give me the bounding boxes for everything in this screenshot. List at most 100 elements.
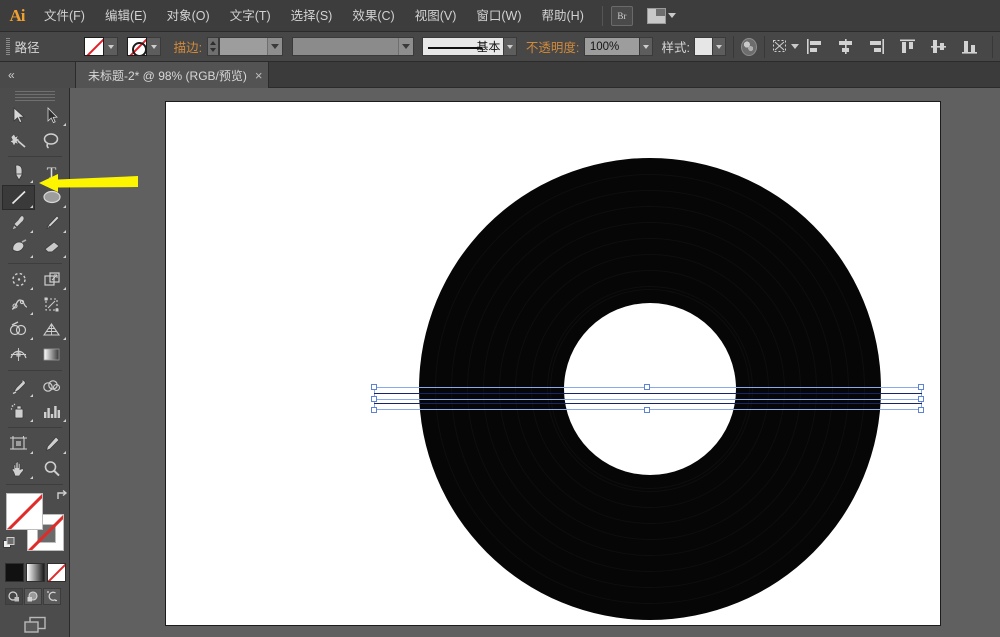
draw-behind[interactable]	[24, 588, 42, 605]
document-tab[interactable]: 未标题-2* @ 98% (RGB/预览) ×	[76, 62, 270, 88]
menu-effect[interactable]: 效果(C)	[342, 0, 404, 32]
tool-pencil[interactable]	[35, 210, 68, 235]
fill-dropdown-button[interactable]	[104, 37, 119, 56]
transform-button[interactable]	[772, 39, 800, 54]
stroke-style-combo[interactable]	[292, 37, 414, 56]
tool-flyout-indicator	[30, 255, 33, 258]
tool-slice[interactable]	[35, 431, 68, 456]
align-left-icon[interactable]	[805, 38, 824, 55]
tool-zoom[interactable]	[35, 456, 68, 481]
menu-type[interactable]: 文字(T)	[220, 0, 281, 32]
style-dropdown-button[interactable]	[713, 37, 727, 56]
tool-column-graph[interactable]	[35, 399, 68, 424]
menu-select[interactable]: 选择(S)	[281, 0, 343, 32]
mode-color[interactable]	[5, 563, 24, 582]
selection-handle[interactable]	[644, 384, 650, 390]
menu-view[interactable]: 视图(V)	[405, 0, 467, 32]
selected-path[interactable]	[374, 393, 922, 394]
tool-selection[interactable]	[2, 103, 35, 128]
stroke-weight-stepper[interactable]	[207, 37, 220, 56]
draw-normal[interactable]	[5, 588, 23, 605]
align-right-icon[interactable]	[867, 38, 886, 55]
tool-eraser[interactable]	[35, 235, 68, 260]
path-selection[interactable]	[371, 384, 924, 413]
tool-hand[interactable]	[2, 456, 35, 481]
menu-edit[interactable]: 编辑(E)	[95, 0, 157, 32]
tool-perspective-grid[interactable]	[35, 317, 68, 342]
selection-handle[interactable]	[371, 384, 377, 390]
mode-none[interactable]	[47, 563, 66, 582]
fill-control[interactable]	[84, 37, 119, 56]
tool-lasso[interactable]	[35, 128, 68, 153]
menu-window[interactable]: 窗口(W)	[466, 0, 531, 32]
control-divider	[992, 35, 993, 58]
tool-width[interactable]	[2, 292, 35, 317]
draw-inside[interactable]	[43, 588, 61, 605]
selection-handle[interactable]	[371, 407, 377, 413]
object-type-label: 路径	[14, 41, 40, 55]
stroke-label[interactable]: 描边:	[174, 37, 202, 56]
stroke-color-control[interactable]	[127, 37, 162, 56]
close-icon[interactable]: ×	[255, 69, 263, 82]
stroke-swatch[interactable]	[127, 37, 148, 56]
tool-scale[interactable]	[35, 267, 68, 292]
selected-path[interactable]	[374, 403, 922, 404]
align-middle-vertical-icon[interactable]	[929, 38, 948, 55]
tool-free-transform[interactable]	[35, 292, 68, 317]
screen-mode[interactable]	[22, 615, 48, 635]
arrange-documents-button[interactable]	[646, 7, 676, 24]
collapse-panels-button[interactable]: «	[0, 62, 76, 88]
tool-rotate[interactable]	[2, 267, 35, 292]
tool-divider	[6, 484, 63, 485]
tool-eyedropper[interactable]	[2, 374, 35, 399]
mode-gradient[interactable]	[26, 563, 45, 582]
tool-shape-builder[interactable]	[2, 317, 35, 342]
tool-blob-brush[interactable]	[2, 235, 35, 260]
none-slash-icon	[7, 494, 42, 529]
stroke-dropdown-button[interactable]	[147, 37, 162, 56]
control-bar-grip[interactable]	[6, 38, 10, 55]
align-top-icon[interactable]	[898, 38, 917, 55]
swap-fill-stroke-icon[interactable]	[55, 489, 69, 503]
menu-file[interactable]: 文件(F)	[34, 0, 95, 32]
tool-magic-wand[interactable]	[2, 128, 35, 153]
selection-handle[interactable]	[644, 407, 650, 413]
stroke-weight-combo[interactable]	[219, 37, 284, 56]
selection-handle[interactable]	[918, 395, 924, 402]
fill-swatch[interactable]	[84, 37, 105, 56]
align-bottom-icon[interactable]	[960, 38, 979, 55]
opacity-label[interactable]: 不透明度:	[526, 37, 579, 56]
bridge-icon[interactable]: Br	[610, 5, 633, 26]
tool-blend[interactable]	[35, 374, 68, 399]
selection-handle[interactable]	[918, 407, 924, 413]
stroke-weight-dropdown-icon[interactable]	[267, 38, 283, 55]
double-chevron-left-icon: «	[8, 68, 15, 82]
tool-direct-selection[interactable]	[35, 103, 68, 128]
default-fill-stroke-icon[interactable]	[3, 537, 17, 551]
stroke-style-dropdown-icon[interactable]	[397, 38, 413, 55]
tool-artboard[interactable]	[2, 431, 35, 456]
tool-paintbrush[interactable]	[2, 210, 35, 235]
color-mode-buttons	[5, 563, 69, 582]
document-setup-icon[interactable]	[740, 37, 758, 56]
tool-mesh[interactable]	[2, 342, 35, 367]
tools-panel-grip[interactable]	[14, 91, 55, 101]
align-center-horizontal-icon[interactable]	[836, 38, 855, 55]
fill-indicator[interactable]	[6, 493, 43, 530]
menu-object[interactable]: 对象(O)	[157, 0, 220, 32]
none-slash-icon	[128, 38, 147, 55]
artboard[interactable]	[166, 102, 940, 625]
style-swatch[interactable]	[694, 37, 714, 56]
selection-handle[interactable]	[371, 395, 377, 402]
tool-flyout-indicator	[63, 451, 66, 454]
tool-symbol-sprayer[interactable]	[2, 399, 35, 424]
tool-gradient[interactable]	[35, 342, 68, 367]
tool-flyout-indicator	[30, 337, 33, 340]
selection-handle[interactable]	[918, 384, 924, 390]
stroke-profile-combo[interactable]: 基本	[421, 37, 505, 56]
stroke-profile-dropdown-button[interactable]	[504, 37, 517, 56]
menu-help[interactable]: 帮助(H)	[532, 0, 594, 32]
opacity-dropdown-button[interactable]	[639, 37, 653, 56]
opacity-value-field[interactable]: 100%	[583, 37, 640, 56]
canvas-area[interactable]	[70, 88, 1000, 637]
